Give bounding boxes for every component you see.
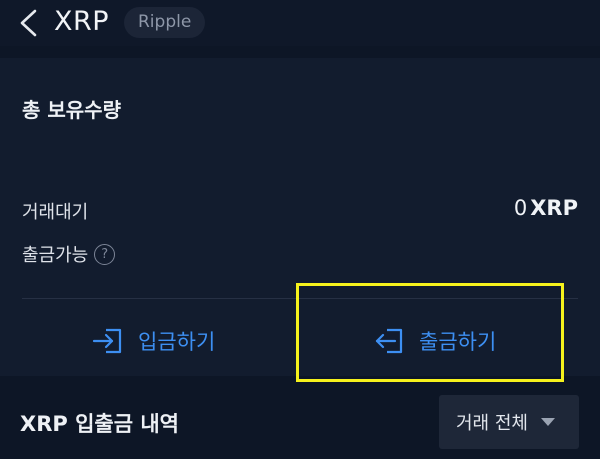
page-title: XRP [54, 6, 110, 37]
withdrawable-row: 출금가능 ? [22, 241, 116, 267]
withdrawable-label: 출금가능 [22, 245, 89, 266]
history-title: XRP 입출금 내역 [20, 412, 179, 436]
holdings-section-title: 총 보유수량 [22, 98, 121, 122]
withdraw-highlight-box [296, 283, 564, 382]
chevron-left-icon [20, 9, 37, 37]
back-button[interactable] [16, 8, 42, 38]
history-filter-dropdown[interactable]: 거래 전체 [439, 395, 579, 449]
login-arrow-icon [92, 328, 122, 354]
filter-label: 거래 전체 [456, 413, 528, 434]
deposit-label: 입금하기 [138, 330, 216, 354]
pending-label: 거래대기 [22, 202, 89, 223]
pending-amount: 0 [513, 196, 528, 220]
caret-down-icon [540, 418, 555, 426]
deposit-button[interactable]: 입금하기 [92, 326, 215, 356]
app-header: XRP Ripple [0, 0, 600, 46]
pending-unit: XRP [530, 196, 578, 220]
question-circle-icon[interactable]: ? [94, 243, 116, 265]
pending-value: 0 XRP [514, 196, 578, 220]
coin-name-badge: Ripple [124, 7, 206, 38]
